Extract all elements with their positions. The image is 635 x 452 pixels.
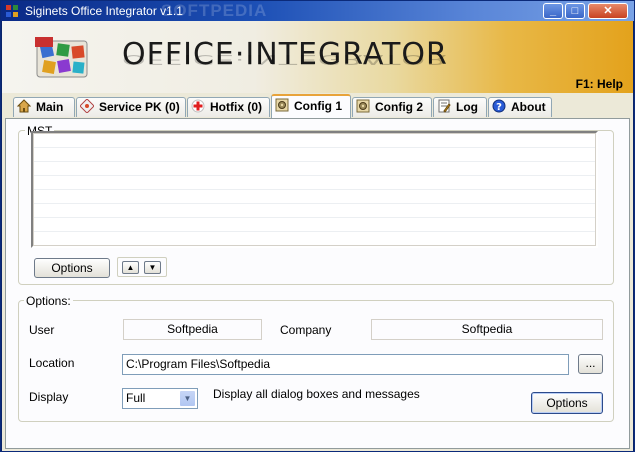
tab-main-label: Main (36, 100, 64, 114)
company-label: Company (280, 323, 332, 337)
home-icon (17, 99, 31, 113)
window-title: Siginets Office Integrator v1.1 (25, 4, 183, 18)
user-field[interactable]: Softpedia (123, 319, 262, 340)
tab-config-1-label: Config 1 (294, 99, 342, 113)
tab-main[interactable]: Main (13, 97, 75, 117)
help-hint: F1: Help (575, 77, 623, 91)
mst-order-controls: ▲ ▼ (117, 257, 167, 277)
tab-config-2[interactable]: Config 2 (352, 97, 432, 117)
tab-about[interactable]: ? About (488, 97, 552, 117)
options-button[interactable]: Options (531, 392, 603, 414)
tab-about-label: About (511, 100, 546, 114)
options-group-label: Options: (24, 294, 73, 308)
down-arrow-icon: ▼ (148, 263, 157, 272)
tab-service-pk-label: Service PK (0) (99, 100, 180, 114)
close-button[interactable]: ✕ (588, 3, 628, 19)
tab-strip: Main Service PK (0) Hotfix (0) Config 1 … (2, 93, 633, 119)
browse-button[interactable]: ... (578, 354, 603, 374)
mst-listbox[interactable] (31, 131, 598, 248)
hotfix-icon (191, 99, 205, 113)
tab-log-label: Log (456, 100, 478, 114)
help-icon: ? (492, 99, 506, 113)
location-input[interactable]: C:\Program Files\Softpedia (122, 354, 569, 375)
tab-log[interactable]: Log (433, 97, 487, 117)
service-pack-icon (80, 99, 94, 113)
tab-config-2-label: Config 2 (375, 100, 423, 114)
title-bar[interactable]: Siginets Office Integrator v1.1 SOFTPEDI… (1, 1, 634, 21)
move-up-button[interactable]: ▲ (122, 261, 139, 274)
display-description: Display all dialog boxes and messages (213, 387, 420, 401)
mst-options-button[interactable]: Options (34, 258, 110, 278)
mst-list-rows (33, 133, 596, 246)
minimize-button[interactable]: _ (543, 3, 563, 19)
config-icon (275, 98, 289, 112)
banner: OFFICE·INTEGRATOR OFFICE·INTEGRATOR F1: … (2, 21, 633, 93)
tab-hotfix-label: Hotfix (0) (210, 100, 262, 114)
app-icon (6, 5, 18, 17)
display-label: Display (29, 390, 69, 404)
svg-text:?: ? (496, 102, 502, 113)
office-integrator-logo (35, 37, 88, 78)
display-select[interactable]: Full ▼ (122, 388, 198, 409)
log-icon (438, 99, 451, 113)
banner-title-reflection: OFFICE·INTEGRATOR (122, 53, 448, 68)
user-label: User (29, 323, 55, 337)
softpedia-watermark: SOFTPEDIA (161, 1, 268, 20)
tab-service-pk[interactable]: Service PK (0) (76, 97, 186, 117)
config-icon (356, 99, 370, 113)
location-label: Location (29, 356, 75, 370)
display-select-value: Full (126, 391, 146, 405)
tab-hotfix[interactable]: Hotfix (0) (187, 97, 270, 117)
up-arrow-icon: ▲ (126, 263, 135, 272)
move-down-button[interactable]: ▼ (144, 261, 161, 274)
maximize-button[interactable]: □ (565, 3, 585, 19)
tab-config-1[interactable]: Config 1 (271, 94, 351, 118)
company-field[interactable]: Softpedia (371, 319, 603, 340)
chevron-down-icon[interactable]: ▼ (179, 390, 196, 407)
